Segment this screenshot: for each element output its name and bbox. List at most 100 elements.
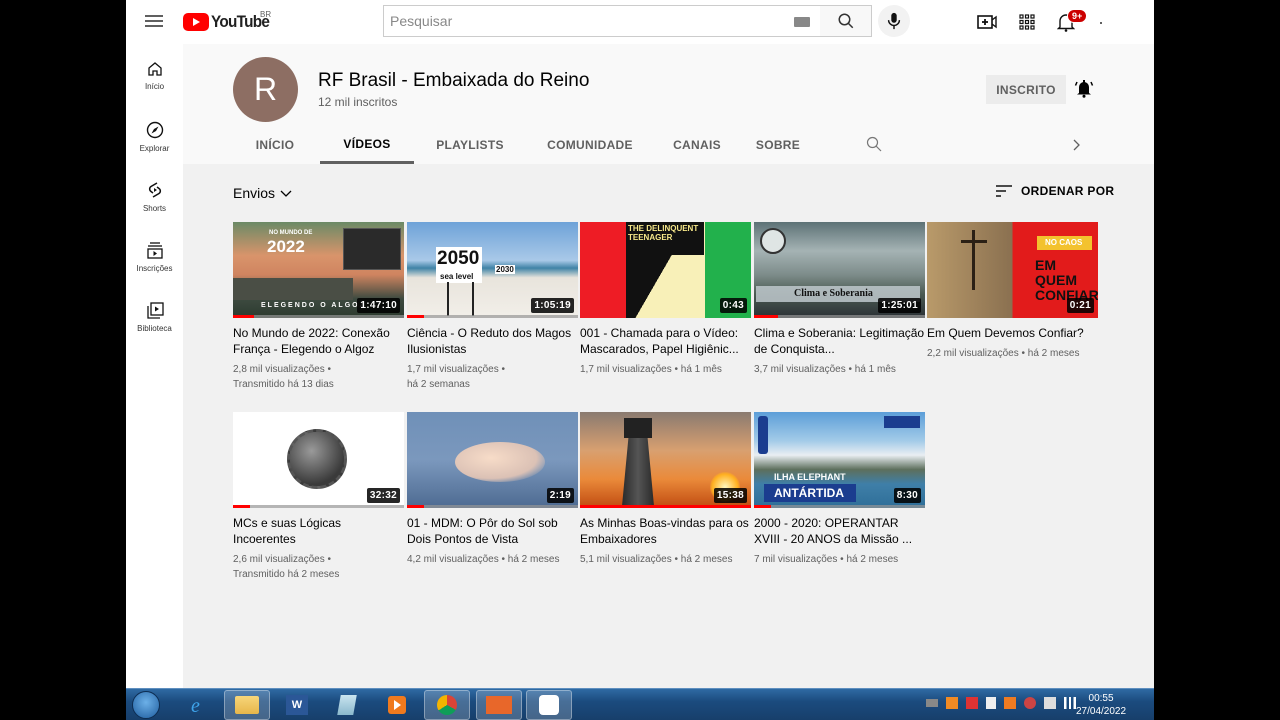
windows-taskbar: e W 00:55 27/04/2022: [126, 688, 1154, 720]
video-title[interactable]: Ciência - O Reduto dos Magos Ilusionista…: [407, 325, 578, 357]
tabs-next-button[interactable]: [1071, 138, 1081, 157]
video-thumbnail[interactable]: NO CAOS EM QUEM CONFIAR? 0:21: [927, 222, 1098, 318]
library-icon: [146, 302, 164, 319]
video-card[interactable]: Clima e Soberania 1:25:01 Clima e Sobera…: [754, 222, 925, 377]
apps-button[interactable]: [1016, 11, 1038, 33]
video-duration: 15:38: [713, 488, 747, 503]
video-thumbnail[interactable]: 15:38: [580, 412, 751, 508]
create-video-button[interactable]: [976, 11, 998, 33]
speaker-muted-icon[interactable]: [966, 697, 978, 709]
taskbar-file-explorer[interactable]: [224, 690, 270, 720]
sort-button[interactable]: ORDENAR POR: [995, 184, 1114, 198]
watch-progress-bar: [233, 315, 254, 318]
taskbar-notes[interactable]: [324, 690, 370, 720]
sidebar-item-biblioteca[interactable]: Biblioteca: [126, 284, 183, 344]
video-card[interactable]: NO MUNDO DE 2022 ELEGENDO O ALGOZ 1:47:1…: [233, 222, 404, 392]
bell-ringing-icon: [1074, 80, 1094, 98]
video-thumbnail[interactable]: THE DELINQUENT TEENAGER 0:43: [580, 222, 751, 318]
sidebar-item-explorar[interactable]: Explorar: [126, 104, 183, 164]
channel-avatar[interactable]: R: [233, 57, 298, 122]
video-title[interactable]: No Mundo de 2022: Conexão França - Elege…: [233, 325, 404, 357]
keyboard-tray-icon[interactable]: [926, 699, 938, 707]
taskbar-media-player[interactable]: [374, 690, 420, 720]
network-icon[interactable]: [1064, 697, 1076, 709]
tab-playlists[interactable]: PLAYLISTS: [428, 126, 512, 164]
search-icon: [866, 136, 882, 152]
video-thumbnail[interactable]: ILHA ELEPHANT ANTÁRTIDA 8:30: [754, 412, 925, 508]
thumbnail-lighthouse: [622, 438, 654, 506]
video-title[interactable]: 2000 - 2020: OPERANTAR XVIII - 20 ANOS d…: [754, 515, 925, 547]
taskbar-chrome[interactable]: [424, 690, 470, 720]
tab-comunidade[interactable]: COMUNIDADE: [535, 126, 645, 164]
video-card[interactable]: 32:32 MCs e suas Lógicas Incoerentes 2,6…: [233, 412, 404, 582]
sidebar: Início Explorar Shorts Inscrições Biblio…: [126, 44, 183, 688]
upload-time: Transmitido há 13 dias: [233, 379, 334, 390]
subscribed-button[interactable]: INSCRITO: [986, 75, 1066, 104]
video-title[interactable]: As Minhas Boas-vindas para os Embaixador…: [580, 515, 751, 547]
tab-inicio[interactable]: INÍCIO: [240, 126, 310, 164]
search-icon: [838, 13, 853, 29]
keyboard-icon[interactable]: [794, 17, 810, 27]
internet-explorer-icon: e: [191, 695, 200, 716]
video-meta: 1,7 mil visualizações • há 1 mês: [580, 364, 722, 375]
video-thumbnail[interactable]: Clima e Soberania 1:25:01: [754, 222, 925, 318]
video-card[interactable]: 2050 sea level 2030 1:05:19 Ciência - O …: [407, 222, 578, 392]
video-card[interactable]: ILHA ELEPHANT ANTÁRTIDA 8:30 2000 - 2020…: [754, 412, 925, 567]
video-thumbnail[interactable]: 32:32: [233, 412, 404, 508]
taskbar-internet-explorer[interactable]: e: [176, 690, 222, 720]
video-card[interactable]: THE DELINQUENT TEENAGER 0:43 001 - Chama…: [580, 222, 751, 377]
video-title[interactable]: Em Quem Devemos Confiar?: [927, 325, 1098, 341]
taskbar-app-white[interactable]: [526, 690, 572, 720]
notification-bell-button[interactable]: [1074, 78, 1094, 103]
menu-icon[interactable]: [144, 12, 164, 32]
thumbnail-special-tag: [758, 416, 768, 454]
taskbar-word[interactable]: W: [274, 690, 320, 720]
sidebar-item-inscricoes[interactable]: Inscrições: [126, 224, 183, 284]
search-button[interactable]: [820, 5, 872, 37]
clock-date: 27/04/2022: [1076, 706, 1127, 717]
video-title[interactable]: 01 - MDM: O Pôr do Sol sob Dois Pontos d…: [407, 515, 578, 547]
video-card[interactable]: 2:19 01 - MDM: O Pôr do Sol sob Dois Pon…: [407, 412, 578, 567]
chrome-icon: [437, 695, 457, 715]
video-title[interactable]: 001 - Chamada para o Vídeo: Mascarados, …: [580, 325, 751, 357]
country-code: BR: [260, 10, 272, 19]
browser-viewport: YouTube BR 9+ Início: [126, 0, 1154, 688]
video-title[interactable]: Clima e Soberania: Legitimação de Conqui…: [754, 325, 925, 357]
video-title[interactable]: MCs e suas Lógicas Incoerentes: [233, 515, 404, 547]
video-card[interactable]: NO CAOS EM QUEM CONFIAR? 0:21 Em Quem De…: [927, 222, 1098, 361]
video-meta: 3,7 mil visualizações • há 1 mês: [754, 364, 896, 375]
view-count: 2,2 mil visualizações: [927, 348, 1019, 359]
filter-dropdown[interactable]: Envios: [233, 185, 293, 201]
upload-time: Transmitido há 2 meses: [233, 569, 340, 580]
taskbar-app-orange[interactable]: [476, 690, 522, 720]
notes-icon: [337, 695, 357, 715]
video-card[interactable]: 15:38 As Minhas Boas-vindas para os Emba…: [580, 412, 751, 567]
video-meta: 2,6 mil visualizações • Transmitido há 2 …: [233, 554, 340, 580]
video-thumbnail[interactable]: 2:19: [407, 412, 578, 508]
view-count: 1,7 mil visualizações: [580, 364, 672, 375]
app-tray-icon[interactable]: [1024, 697, 1036, 709]
flag-icon[interactable]: [986, 697, 996, 709]
watch-progress-bar: [407, 315, 425, 318]
tab-canais[interactable]: CANAIS: [667, 126, 727, 164]
channel-search-button[interactable]: [866, 136, 882, 157]
video-thumbnail[interactable]: NO MUNDO DE 2022 ELEGENDO O ALGOZ 1:47:1…: [233, 222, 404, 318]
youtube-play-icon: [183, 13, 209, 31]
video-thumbnail[interactable]: 2050 sea level 2030 1:05:19: [407, 222, 578, 318]
sidebar-item-shorts[interactable]: Shorts: [126, 164, 183, 224]
volume-icon[interactable]: [1044, 697, 1056, 709]
start-button[interactable]: [132, 691, 160, 719]
voice-search-button[interactable]: [878, 5, 910, 37]
taskbar-clock[interactable]: 00:55 27/04/2022: [1076, 692, 1126, 718]
watch-progress-bar: [407, 505, 425, 508]
sidebar-item-inicio[interactable]: Início: [126, 44, 183, 104]
thumbnail-cross: [961, 240, 987, 243]
system-tray: [926, 697, 1076, 709]
account-avatar[interactable]: [1100, 22, 1102, 24]
app-tray-icon[interactable]: [1004, 697, 1016, 709]
app-tray-icon[interactable]: [946, 697, 958, 709]
upload-time: há 2 meses: [680, 554, 733, 565]
search-input[interactable]: [384, 6, 794, 36]
tab-videos[interactable]: VÍDEOS: [320, 126, 414, 164]
tab-sobre[interactable]: SOBRE: [748, 126, 808, 164]
